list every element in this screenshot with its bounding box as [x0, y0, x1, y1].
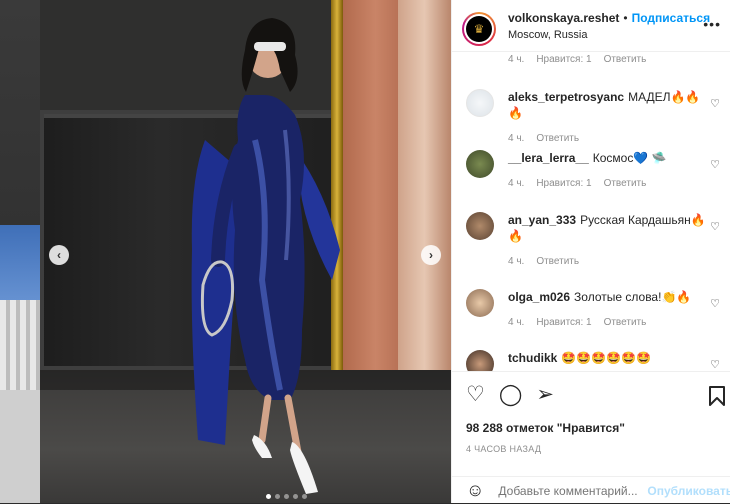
- comment-text: Космос💙 🛸: [592, 151, 667, 165]
- comment-text: Золотые слова!👏🔥: [574, 290, 692, 304]
- comment-likes[interactable]: Нравится: 1: [536, 178, 591, 189]
- post-header: ♛ volkonskaya.reshet • Подписаться Mosco…: [452, 0, 730, 52]
- share-icon[interactable]: ➢: [536, 384, 554, 406]
- comment-time[interactable]: 4 ч.: [508, 133, 524, 144]
- heart-icon[interactable]: ♡: [710, 220, 720, 233]
- avatar[interactable]: ♛: [462, 12, 496, 46]
- post-photo[interactable]: [40, 0, 451, 503]
- list-item: 4 ч. Нравится: 1 Ответить: [466, 54, 724, 65]
- carousel-dot: [275, 494, 280, 499]
- comment-time[interactable]: 4 ч.: [508, 54, 524, 65]
- reply-button[interactable]: Ответить: [604, 178, 647, 189]
- comment-list: 4 ч. Нравится: 1 Ответить aleks_terpetro…: [452, 53, 730, 371]
- carousel-dot: [266, 494, 271, 499]
- chevron-left-icon: ‹: [57, 248, 61, 262]
- balustrade-strip: [0, 300, 40, 390]
- reply-button[interactable]: Ответить: [604, 317, 647, 328]
- heart-icon[interactable]: ♡: [710, 158, 720, 171]
- comment-time[interactable]: 4 ч.: [508, 178, 524, 189]
- crown-logo-icon: ♛: [466, 16, 492, 42]
- list-item: olga_m026 Золотые слова!👏🔥 4 ч. Нравится:…: [466, 289, 724, 328]
- heart-icon[interactable]: ♡: [710, 297, 720, 310]
- separator-dot: •: [623, 11, 628, 25]
- right-shoe: [290, 442, 318, 494]
- model-figure: [191, 18, 340, 494]
- list-item: aleks_terpetrosyanc МАДЕЛ🔥🔥🔥 4 ч. Ответит…: [466, 89, 724, 144]
- emoji-icon[interactable]: ☺: [466, 480, 484, 501]
- comment-text: 🤩🤩🤩🤩🤩🤩: [561, 351, 651, 365]
- sunglasses: [254, 42, 286, 51]
- avatar[interactable]: [466, 212, 494, 240]
- carousel-dot: [284, 494, 289, 499]
- comment-time[interactable]: 4 ч.: [508, 317, 524, 328]
- comment-input[interactable]: [498, 483, 643, 498]
- post-time-ago[interactable]: 4 ЧАСОВ НАЗАД: [466, 444, 541, 454]
- heart-icon[interactable]: ♡: [710, 97, 720, 110]
- comment-time[interactable]: 4 ч.: [508, 256, 524, 267]
- comment-icon[interactable]: ◯: [499, 384, 523, 406]
- comment-username[interactable]: an_yan_333: [508, 213, 576, 227]
- likes-count[interactable]: 98 288 отметок "Нравится": [466, 421, 625, 435]
- post-actions: ♡ ◯ ➢ 98 288 отметок "Нравится" 4 ЧАСОВ …: [452, 371, 730, 503]
- comment-likes[interactable]: Нравится: 1: [536, 317, 591, 328]
- comment-username[interactable]: tchudikk: [508, 351, 557, 365]
- comment-likes[interactable]: Нравится: 1: [536, 54, 591, 65]
- reply-button[interactable]: Ответить: [536, 256, 579, 267]
- previous-post-peek: [0, 0, 40, 503]
- reply-button[interactable]: Ответить: [536, 133, 579, 144]
- add-comment-bar: ☺ Опубликовать: [452, 476, 730, 504]
- carousel-dot: [302, 494, 307, 499]
- previous-slide-button[interactable]: ‹: [49, 245, 69, 265]
- carousel-dot: [293, 494, 298, 499]
- post-location[interactable]: Moscow, Russia: [508, 30, 710, 41]
- post-username[interactable]: volkonskaya.reshet: [508, 12, 619, 24]
- comment-username[interactable]: olga_m026: [508, 290, 570, 304]
- avatar[interactable]: [466, 350, 494, 371]
- ground-strip: [0, 390, 40, 503]
- comment-username[interactable]: aleks_terpetrosyanc: [508, 90, 624, 104]
- list-item: __lera_lerra__ Космос💙 🛸 4 ч. Нравится: 1…: [466, 150, 724, 189]
- avatar[interactable]: [466, 150, 494, 178]
- sequin-dress: [232, 95, 305, 400]
- publish-button[interactable]: Опубликовать: [647, 484, 730, 498]
- follow-button[interactable]: Подписаться: [632, 12, 710, 24]
- bookmark-icon[interactable]: [707, 385, 727, 412]
- post-sidebar: ♛ volkonskaya.reshet • Подписаться Mosco…: [451, 0, 730, 503]
- list-item: an_yan_333 Русская Кардашьян🔥 🔥 4 ч. Отве…: [466, 212, 724, 267]
- more-horizontal-icon[interactable]: •••: [703, 16, 721, 32]
- carousel-dots: [266, 494, 307, 499]
- avatar[interactable]: [466, 89, 494, 117]
- chevron-right-icon: ›: [429, 248, 433, 262]
- heart-icon[interactable]: ♡: [710, 358, 720, 371]
- avatar[interactable]: [466, 289, 494, 317]
- next-slide-button[interactable]: ›: [421, 245, 441, 265]
- reply-button[interactable]: Ответить: [604, 54, 647, 65]
- heart-icon[interactable]: ♡: [466, 384, 485, 406]
- comment-username[interactable]: __lera_lerra__: [508, 151, 589, 165]
- list-item: tchudikk 🤩🤩🤩🤩🤩🤩 ♡: [466, 350, 724, 371]
